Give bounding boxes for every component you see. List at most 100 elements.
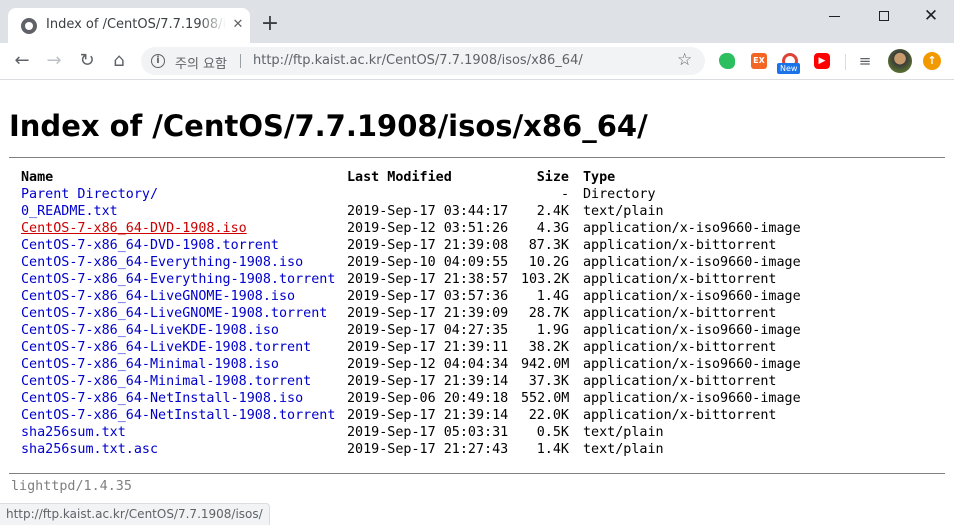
security-label[interactable]: 주의 요함 <box>175 53 227 72</box>
server-signature: lighttpd/1.4.35 <box>11 479 132 494</box>
type-cell: text/plain <box>583 442 664 457</box>
window-close-button[interactable]: ✕ <box>916 6 946 26</box>
type-cell: Directory <box>583 187 656 202</box>
modified-cell: 2019-Sep-17 04:27:35 <box>347 323 509 338</box>
file-link[interactable]: CentOS-7-x86_64-LiveGNOME-1908.torrent <box>21 305 327 322</box>
modified-cell: 2019-Sep-17 21:38:57 <box>347 272 509 287</box>
type-cell: application/x-bittorrent <box>583 272 777 287</box>
header-name[interactable]: Name <box>21 169 53 186</box>
file-link[interactable]: CentOS-7-x86_64-NetInstall-1908.iso <box>21 390 303 407</box>
file-link[interactable]: sha256sum.txt <box>21 424 126 441</box>
ex-icon[interactable]: EX <box>751 53 767 69</box>
type-cell: text/plain <box>583 204 664 219</box>
size-cell: 103.2K <box>521 272 570 287</box>
avatar[interactable] <box>888 49 912 73</box>
star-icon[interactable]: ☆ <box>677 50 692 70</box>
forward-button[interactable]: → <box>42 49 66 73</box>
home-button[interactable]: ⌂ <box>107 49 131 73</box>
modified-cell: 2019-Sep-10 04:09:55 <box>347 255 509 270</box>
size-cell: 22.0K <box>528 408 569 423</box>
tab-active[interactable]: Index of /CentOS/7.7.1908/isos/ ✕ <box>8 8 250 43</box>
file-link[interactable]: CentOS-7-x86_64-DVD-1908.torrent <box>21 237 279 254</box>
size-cell: 1.4G <box>536 289 569 304</box>
type-cell: application/x-bittorrent <box>583 306 777 321</box>
size-cell: 552.0M <box>521 391 570 406</box>
back-icon: ← <box>14 50 30 71</box>
file-link[interactable]: CentOS-7-x86_64-NetInstall-1908.torrent <box>21 407 335 424</box>
info-icon[interactable]: i <box>151 54 165 68</box>
modified-cell: 2019-Sep-17 03:44:17 <box>347 204 509 219</box>
file-link[interactable]: CentOS-7-x86_64-Minimal-1908.torrent <box>21 373 311 390</box>
reload-icon: ↻ <box>79 50 95 71</box>
directory-listing: Name Last Modified Size Type Parent Dire… <box>10 158 944 472</box>
modified-cell: 2019-Sep-12 04:04:34 <box>347 357 509 372</box>
minimize-button[interactable] <box>819 6 849 26</box>
modified-cell: 2019-Sep-17 21:39:14 <box>347 408 509 423</box>
modified-cell: 2019-Sep-17 03:57:36 <box>347 289 509 304</box>
file-link[interactable]: Parent Directory/ <box>21 186 158 203</box>
modified-cell: 2019-Sep-17 21:39:08 <box>347 238 509 253</box>
size-cell: 2.4K <box>536 204 569 219</box>
forward-icon: → <box>46 50 62 71</box>
youtube-icon[interactable]: ▶ <box>814 53 830 69</box>
url-text[interactable]: http://ftp.kaist.ac.kr/CentOS/7.7.1908/i… <box>253 53 583 68</box>
modified-cell: 2019-Sep-17 21:39:09 <box>347 306 509 321</box>
type-cell: application/x-iso9660-image <box>583 323 801 338</box>
type-cell: application/x-iso9660-image <box>583 221 801 236</box>
size-cell: 10.2G <box>528 255 569 270</box>
address-bar[interactable]: i 주의 요함 http://ftp.kaist.ac.kr/CentOS/7.… <box>141 47 705 75</box>
plus-icon: + <box>260 11 280 36</box>
reload-button[interactable]: ↻ <box>75 49 99 73</box>
type-cell: application/x-bittorrent <box>583 374 777 389</box>
maximize-button[interactable] <box>869 6 899 26</box>
size-cell: 942.0M <box>521 357 570 372</box>
globe-icon <box>21 18 37 34</box>
file-link[interactable]: sha256sum.txt.asc <box>21 441 158 458</box>
close-icon[interactable]: ✕ <box>230 17 246 33</box>
type-cell: application/x-bittorrent <box>583 408 777 423</box>
page-content: Index of /CentOS/7.7.1908/isos/x86_64/ N… <box>0 81 954 525</box>
back-button[interactable]: ← <box>10 49 34 73</box>
tab-title: Index of /CentOS/7.7.1908/isos/ <box>46 17 226 32</box>
modified-cell: 2019-Sep-17 21:39:14 <box>347 374 509 389</box>
toolbar-divider <box>845 54 846 70</box>
evernote-icon[interactable] <box>719 53 735 69</box>
size-cell: - <box>560 187 569 202</box>
header-size[interactable]: Size <box>521 169 569 186</box>
new-tab-button[interactable]: + <box>260 11 280 36</box>
minimize-icon <box>828 15 840 17</box>
type-cell: application/x-iso9660-image <box>583 289 801 304</box>
file-link[interactable]: CentOS-7-x86_64-LiveKDE-1908.iso <box>21 322 279 339</box>
modified-cell: 2019-Sep-17 05:03:31 <box>347 425 509 440</box>
type-cell: text/plain <box>583 425 664 440</box>
home-icon: ⌂ <box>113 50 125 71</box>
file-link[interactable]: CentOS-7-x86_64-Everything-1908.torrent <box>21 271 335 288</box>
window-close-icon: ✕ <box>923 6 939 26</box>
modified-cell: 2019-Sep-12 03:51:26 <box>347 221 509 236</box>
size-cell: 0.5K <box>536 425 569 440</box>
header-type[interactable]: Type <box>583 169 615 186</box>
size-cell: 1.4K <box>536 442 569 457</box>
playlist-icon[interactable]: ≡ <box>857 53 873 69</box>
file-link[interactable]: CentOS-7-x86_64-LiveGNOME-1908.iso <box>21 288 295 305</box>
modified-cell: 2019-Sep-17 21:39:11 <box>347 340 509 355</box>
modified-cell: 2019-Sep-06 20:49:18 <box>347 391 509 406</box>
status-bubble: http://ftp.kaist.ac.kr/CentOS/7.7.1908/i… <box>0 503 270 525</box>
file-link[interactable]: CentOS-7-x86_64-Everything-1908.iso <box>21 254 303 271</box>
size-cell: 87.3K <box>528 238 569 253</box>
new-badge: New <box>777 63 801 74</box>
type-cell: application/x-bittorrent <box>583 340 777 355</box>
page-title: Index of /CentOS/7.7.1908/isos/x86_64/ <box>9 109 648 143</box>
size-cell: 1.9G <box>536 323 569 338</box>
file-link[interactable]: CentOS-7-x86_64-LiveKDE-1908.torrent <box>21 339 311 356</box>
header-modified[interactable]: Last Modified <box>347 169 452 186</box>
file-link[interactable]: CentOS-7-x86_64-Minimal-1908.iso <box>21 356 279 373</box>
browser-toolbar: ← → ↻ ⌂ i 주의 요함 http://ftp.kaist.ac.kr/C… <box>0 43 954 80</box>
size-cell: 38.2K <box>528 340 569 355</box>
update-icon[interactable]: ↑ <box>923 52 941 70</box>
omnibox-divider <box>240 54 241 68</box>
size-cell: 28.7K <box>528 306 569 321</box>
file-link[interactable]: 0_README.txt <box>21 203 118 220</box>
file-link[interactable]: CentOS-7-x86_64-DVD-1908.iso <box>21 220 247 237</box>
divider-bottom <box>9 473 945 474</box>
